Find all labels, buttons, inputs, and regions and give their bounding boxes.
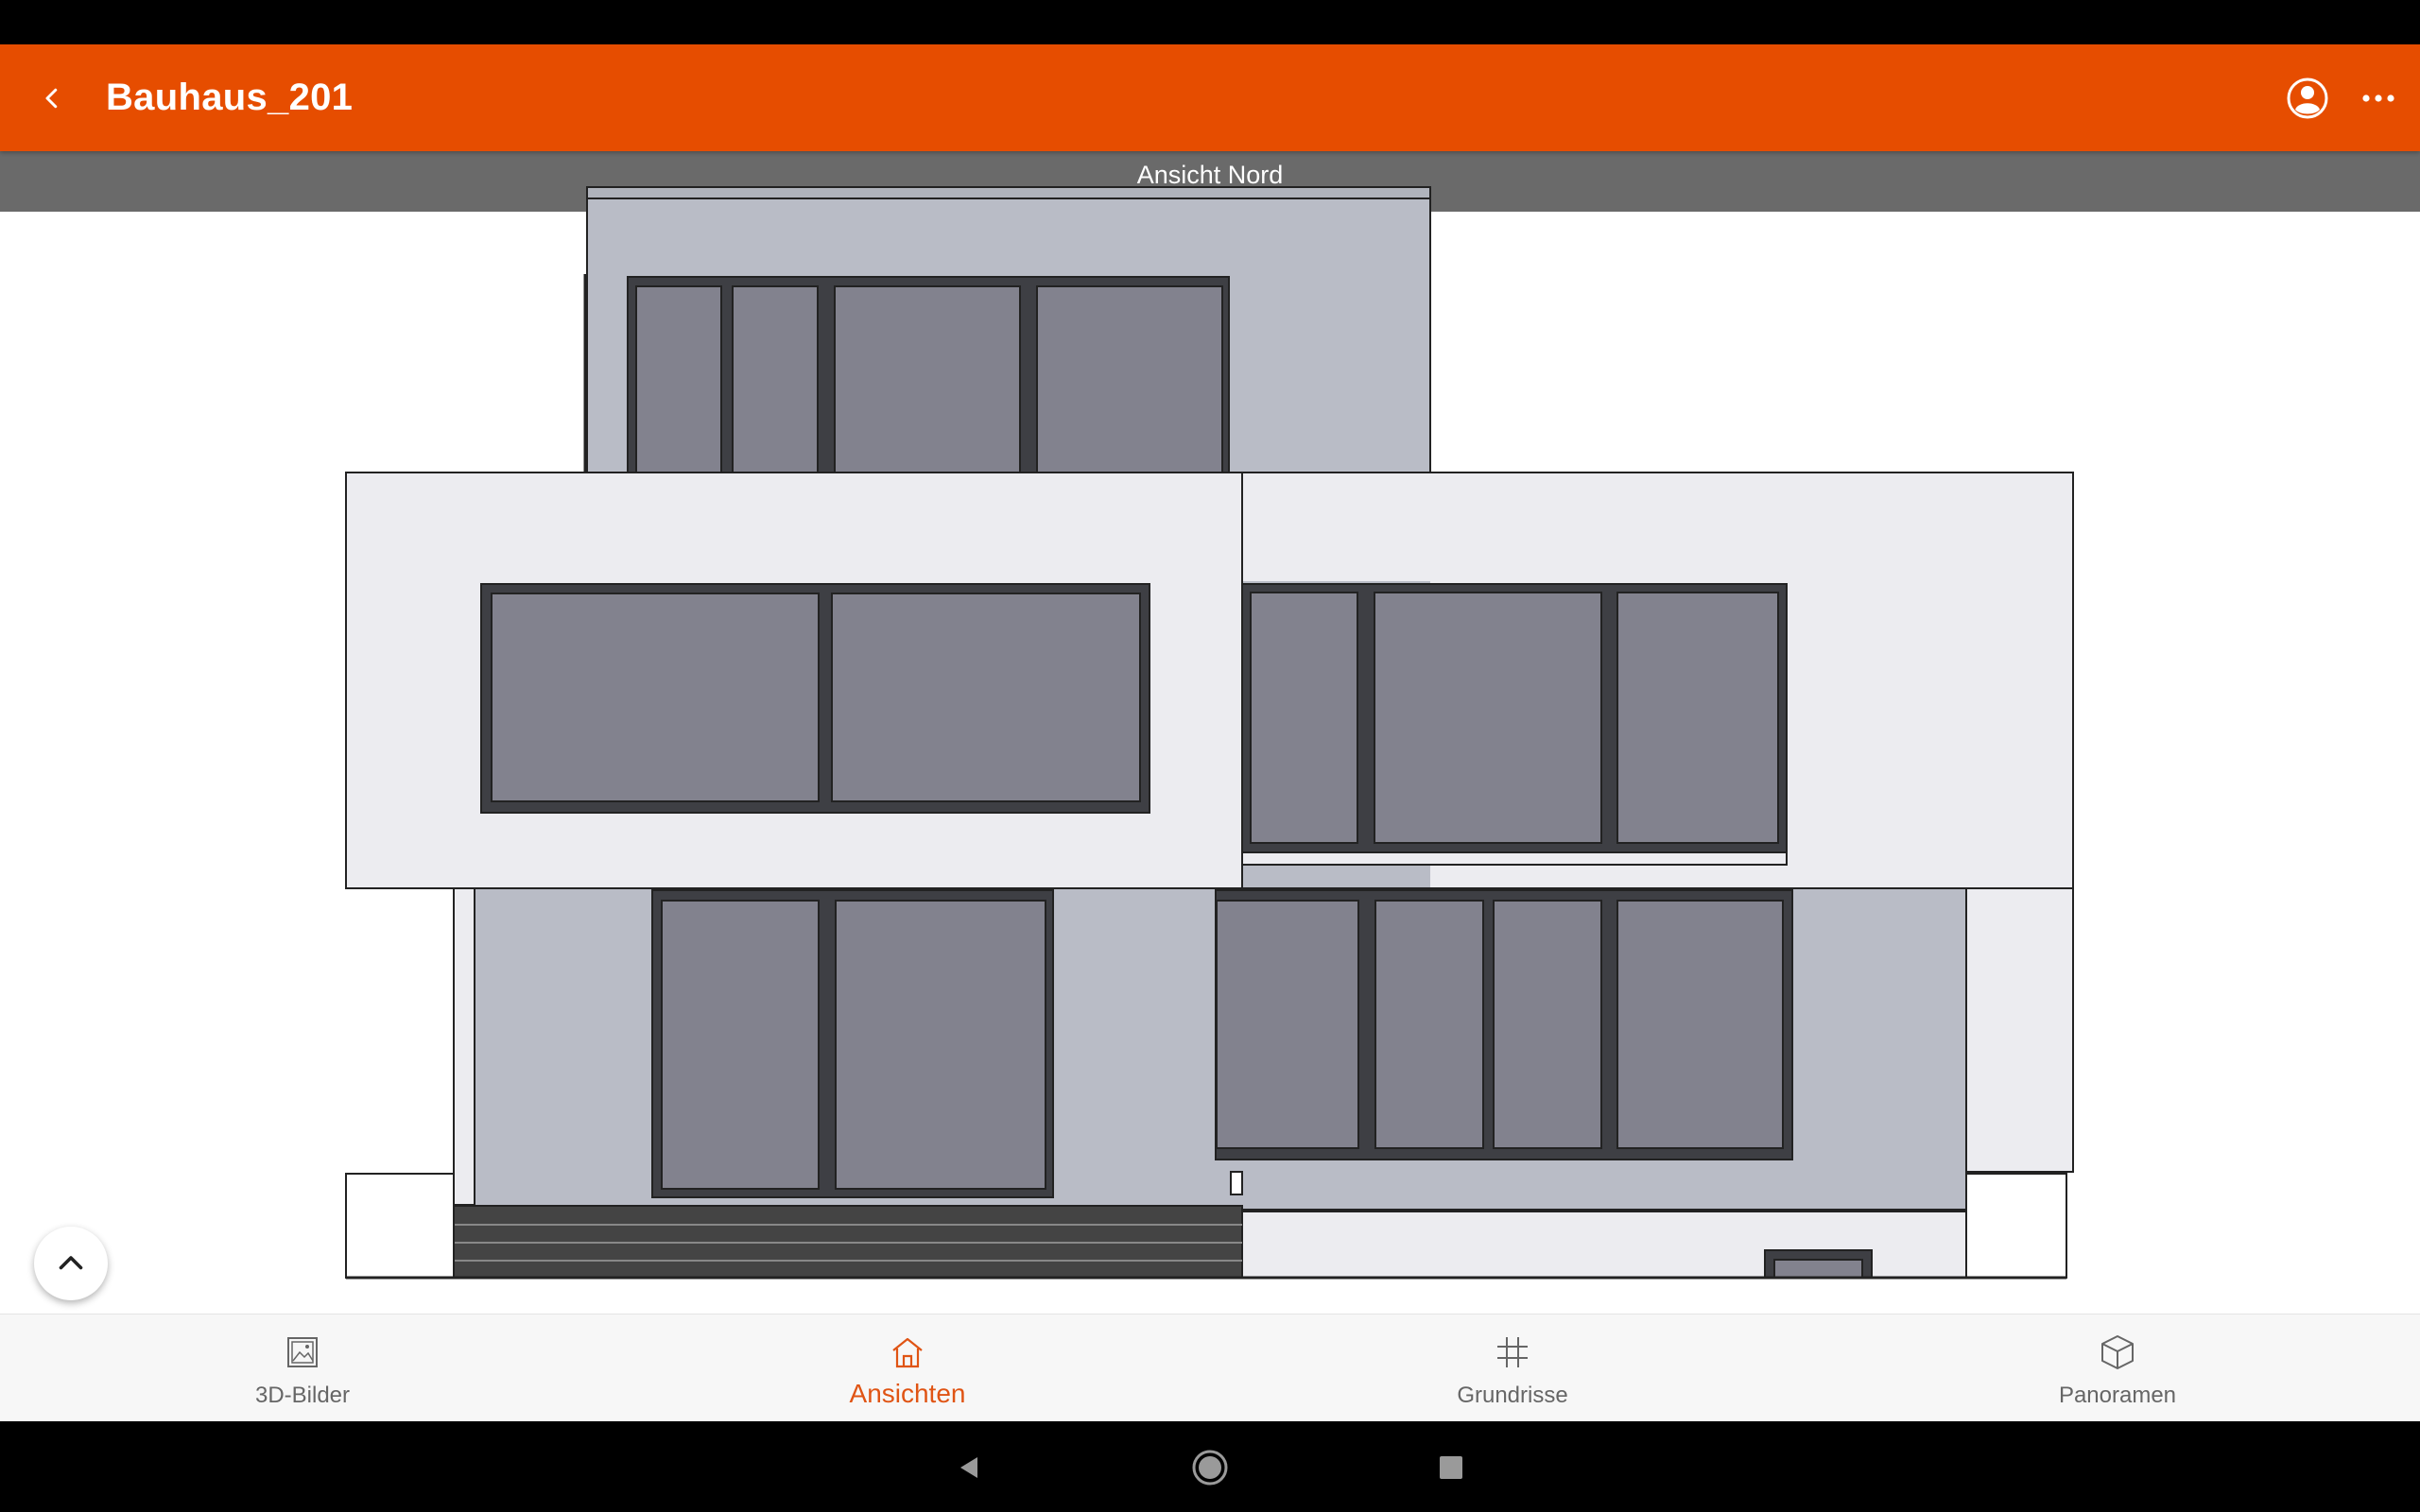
scroll-up-button[interactable] [34, 1227, 108, 1300]
house-icon [892, 1337, 923, 1368]
profile-button[interactable] [2286, 77, 2329, 120]
window-pane [1374, 592, 1602, 844]
grid-icon [1497, 1337, 1528, 1367]
nav-item-ansichten[interactable]: Ansichten [756, 1314, 1059, 1422]
more-options-button[interactable] [2354, 77, 2403, 120]
square-recents-icon [1440, 1456, 1462, 1479]
window-pane [1616, 592, 1779, 844]
cube-icon [2101, 1335, 2134, 1369]
window-pane [1216, 900, 1359, 1149]
ground-wall-right [1965, 887, 2074, 1173]
ground-wall-left [453, 887, 475, 1206]
circle-home-icon [1192, 1450, 1228, 1486]
bottom-navigation: 3D-Bilder Ansichten Grundrisse Panoramen [0, 1314, 2420, 1422]
window-pane [1036, 285, 1223, 478]
small-element [1230, 1171, 1243, 1195]
window-pane [1250, 592, 1358, 844]
system-recents-button[interactable] [1426, 1442, 1477, 1493]
app-bar: Bauhaus_201 [0, 44, 2420, 151]
system-back-button[interactable] [943, 1442, 994, 1493]
window-pane [1616, 900, 1784, 1149]
triangle-back-icon [960, 1457, 977, 1478]
nav-label: 3D-Bilder [254, 1383, 351, 1408]
window-pane [834, 285, 1021, 478]
nav-label: Panoramen [2058, 1383, 2177, 1408]
elevation-drawing[interactable] [0, 151, 2420, 1314]
window-pane [635, 285, 722, 478]
view-title: Ansicht Nord [1136, 161, 1284, 189]
system-navigation-bar [0, 1421, 2420, 1512]
window-pane [661, 900, 820, 1190]
chevron-up-icon [59, 1256, 83, 1270]
window-pane [1493, 900, 1602, 1149]
nav-item-panoramen[interactable]: Panoramen [1966, 1314, 2269, 1422]
window-pane [831, 593, 1141, 802]
window-pane [835, 900, 1046, 1190]
right-plinth [1965, 1173, 2067, 1279]
back-button[interactable] [21, 67, 83, 129]
nav-item-grundrisse[interactable]: Grundrisse [1361, 1314, 1664, 1422]
status-bar [0, 0, 2420, 44]
more-horizontal-icon [2362, 94, 2394, 102]
window-pane [491, 593, 820, 802]
nav-label: Grundrisse [1457, 1383, 1568, 1408]
chevron-left-icon [45, 88, 58, 109]
system-home-button[interactable] [1184, 1442, 1236, 1493]
balcony-rail [1240, 851, 1788, 866]
left-plinth [345, 1173, 455, 1279]
window-pane [1374, 900, 1484, 1149]
page-title: Bauhaus_201 [106, 77, 354, 118]
image-icon [287, 1337, 318, 1367]
window-pane [732, 285, 819, 478]
account-icon [2287, 77, 2328, 119]
nav-item-3d-bilder[interactable]: 3D-Bilder [151, 1314, 454, 1422]
nav-label: Ansichten [849, 1379, 966, 1408]
